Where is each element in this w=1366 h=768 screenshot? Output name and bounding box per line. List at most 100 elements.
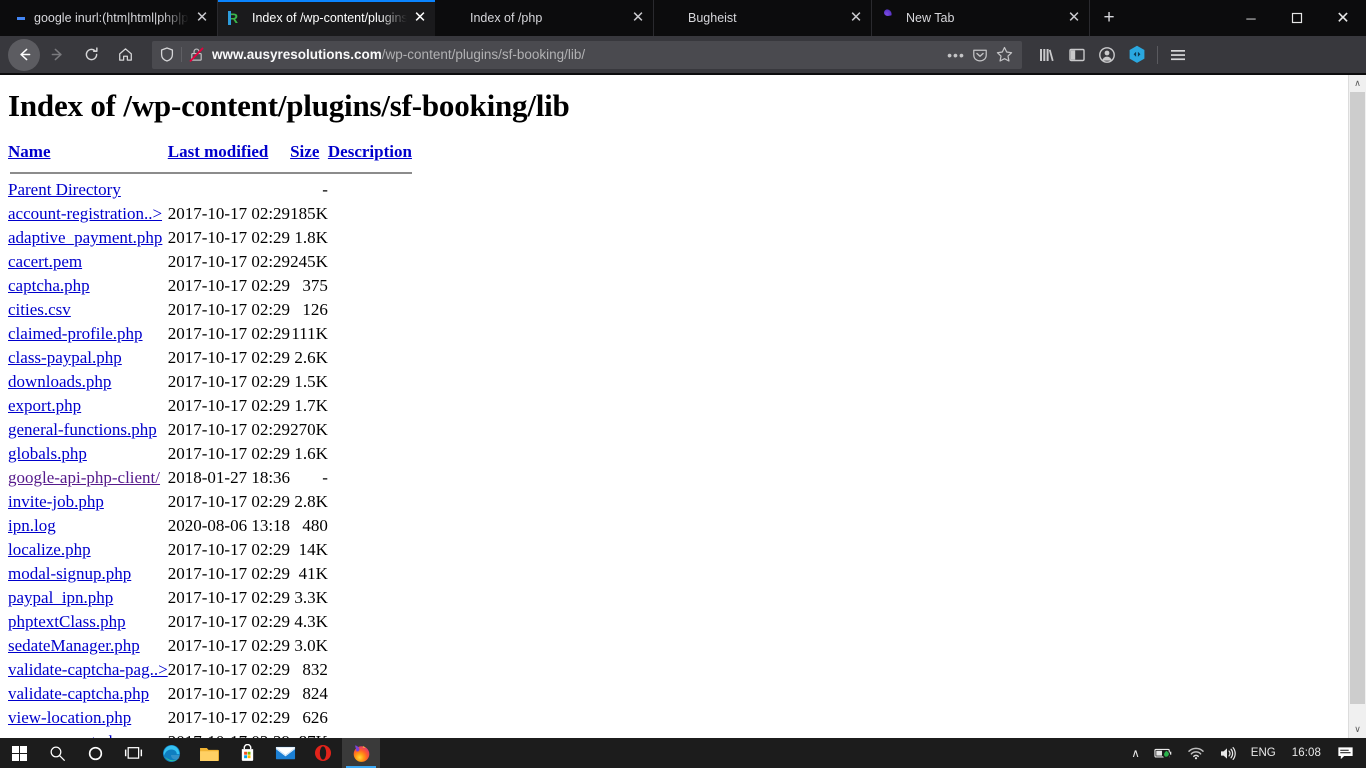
tab-close-icon[interactable]: ✕	[411, 9, 429, 27]
file-link[interactable]: ipn.log	[8, 516, 56, 535]
restore-button[interactable]	[1274, 0, 1320, 36]
firefox-icon[interactable]	[342, 738, 380, 768]
notification-icon[interactable]	[1330, 738, 1366, 768]
account-icon[interactable]	[1092, 40, 1122, 70]
cell-size: 824	[302, 684, 328, 703]
sort-by-last-modified-link[interactable]: Last modified	[168, 142, 269, 161]
file-explorer-icon[interactable]	[190, 738, 228, 768]
battery-icon[interactable]	[1147, 738, 1180, 768]
reload-button[interactable]	[74, 39, 108, 71]
browser-tab-3[interactable]: Bugheist ✕	[654, 0, 872, 36]
file-link[interactable]: paypal_ipn.php	[8, 588, 113, 607]
star-outline-icon[interactable]	[992, 43, 1016, 67]
cell-description	[328, 346, 412, 370]
minimize-button[interactable]: ─	[1228, 0, 1274, 36]
file-link[interactable]: account-registration..>	[8, 204, 162, 223]
file-link[interactable]: captcha.php	[8, 276, 90, 295]
cell-name: google-api-php-client/	[8, 466, 168, 490]
cell-description	[328, 322, 412, 346]
back-button[interactable]	[8, 38, 40, 71]
extension-hexagon-icon[interactable]	[1122, 40, 1152, 70]
file-link[interactable]: cities.csv	[8, 300, 71, 319]
url-text[interactable]: www.ausyresolutions.com/wp-content/plugi…	[212, 47, 944, 62]
sidebar-icon[interactable]	[1062, 40, 1092, 70]
browser-tab-0[interactable]: google inurl:(htm|html|php|pls ✕	[0, 0, 218, 36]
blank-icon	[446, 10, 462, 26]
cell-name: woopayment.php	[8, 730, 168, 738]
url-bar[interactable]: www.ausyresolutions.com/wp-content/plugi…	[152, 40, 1022, 69]
cell-name: globals.php	[8, 442, 168, 466]
browser-tab-2[interactable]: Index of /php ✕	[436, 0, 654, 36]
sort-by-size-link[interactable]: Size	[290, 142, 319, 161]
file-link[interactable]: sedateManager.php	[8, 636, 140, 655]
table-row: woopayment.php2017-10-17 02:2987K	[8, 730, 412, 738]
file-link[interactable]: downloads.php	[8, 372, 111, 391]
file-link[interactable]: modal-signup.php	[8, 564, 131, 583]
cell-description	[328, 202, 412, 226]
hamburger-menu-icon[interactable]	[1163, 40, 1193, 70]
tab-close-icon[interactable]: ✕	[1065, 9, 1083, 27]
tab-close-icon[interactable]: ✕	[629, 9, 647, 27]
search-icon[interactable]	[38, 738, 76, 768]
file-link[interactable]: cacert.pem	[8, 252, 82, 271]
file-link[interactable]: general-functions.php	[8, 420, 157, 439]
table-row: downloads.php 2017-10-17 02:29 1.5K	[8, 370, 412, 394]
file-link[interactable]: validate-captcha.php	[8, 684, 149, 703]
browser-tab-4[interactable]: New Tab ✕	[872, 0, 1090, 36]
cell-last-modified: 2017-10-17 02:29	[167, 540, 291, 559]
mail-icon[interactable]	[266, 738, 304, 768]
cortana-icon[interactable]	[76, 738, 114, 768]
cell-last-modified: 2017-10-17 02:29	[167, 324, 291, 343]
taskbar-clock[interactable]: 16:08	[1283, 738, 1330, 768]
table-row: globals.php 2017-10-17 02:29 1.6K	[8, 442, 412, 466]
table-row: class-paypal.php 2017-10-17 02:29 2.6K	[8, 346, 412, 370]
sort-by-description-link[interactable]: Description	[328, 142, 412, 161]
task-view-icon[interactable]	[114, 738, 152, 768]
cell-size: 2.6K	[294, 348, 328, 367]
scrollbar-thumb[interactable]	[1350, 92, 1365, 704]
file-link[interactable]: adaptive_payment.php	[8, 228, 162, 247]
file-link[interactable]: phptextClass.php	[8, 612, 126, 631]
cell-name: sedateManager.php	[8, 634, 168, 658]
file-link[interactable]: invite-job.php	[8, 492, 104, 511]
forward-button[interactable]	[40, 39, 74, 71]
file-link[interactable]: google-api-php-client/	[8, 468, 160, 487]
cell-size: 87K	[290, 730, 328, 738]
file-link[interactable]: export.php	[8, 396, 81, 415]
cell-name: claimed-profile.php	[8, 322, 168, 346]
file-link[interactable]: class-paypal.php	[8, 348, 122, 367]
new-tab-button[interactable]: +	[1090, 0, 1128, 36]
opera-icon[interactable]	[304, 738, 342, 768]
tab-close-icon[interactable]: ✕	[847, 9, 865, 27]
parent-directory-link[interactable]: Parent Directory	[8, 180, 121, 199]
tray-overflow-chevron-icon[interactable]: ∧	[1124, 738, 1146, 768]
scroll-up-arrow-icon[interactable]: ∧	[1349, 75, 1366, 92]
pocket-icon[interactable]	[968, 43, 992, 67]
volume-icon[interactable]	[1212, 738, 1244, 768]
input-language-indicator[interactable]: ENG	[1244, 738, 1283, 768]
cell-description	[328, 586, 412, 610]
page-actions-icon[interactable]: •••	[944, 43, 968, 67]
file-link[interactable]: validate-captcha-pag..>	[8, 660, 168, 679]
page-scrollbar[interactable]: ∧ ∨	[1348, 75, 1366, 738]
table-row: validate-captcha.php 2017-10-17 02:29 824	[8, 682, 412, 706]
wifi-icon[interactable]	[1180, 738, 1212, 768]
shield-icon[interactable]	[160, 47, 182, 62]
library-icon[interactable]	[1032, 40, 1062, 70]
file-link[interactable]: view-location.php	[8, 708, 131, 727]
lock-crossed-out-icon[interactable]	[189, 47, 204, 62]
sort-by-name-link[interactable]: Name	[8, 142, 50, 161]
tab-close-icon[interactable]: ✕	[193, 9, 211, 27]
file-link[interactable]: localize.php	[8, 540, 91, 559]
home-button[interactable]	[108, 39, 142, 71]
file-link[interactable]: claimed-profile.php	[8, 324, 143, 343]
scroll-down-arrow-icon[interactable]: ∨	[1349, 721, 1366, 738]
file-link[interactable]: globals.php	[8, 444, 87, 463]
windows-start-icon[interactable]	[0, 738, 38, 768]
close-window-button[interactable]: ✕	[1320, 0, 1366, 36]
table-row: Parent Directory -	[8, 178, 412, 202]
microsoft-store-icon[interactable]	[228, 738, 266, 768]
edge-icon[interactable]	[152, 738, 190, 768]
browser-tab-1[interactable]: R Index of /wp-content/plugins/s ✕	[218, 0, 436, 36]
cell-last-modified: 2017-10-17 02:29	[167, 636, 291, 655]
